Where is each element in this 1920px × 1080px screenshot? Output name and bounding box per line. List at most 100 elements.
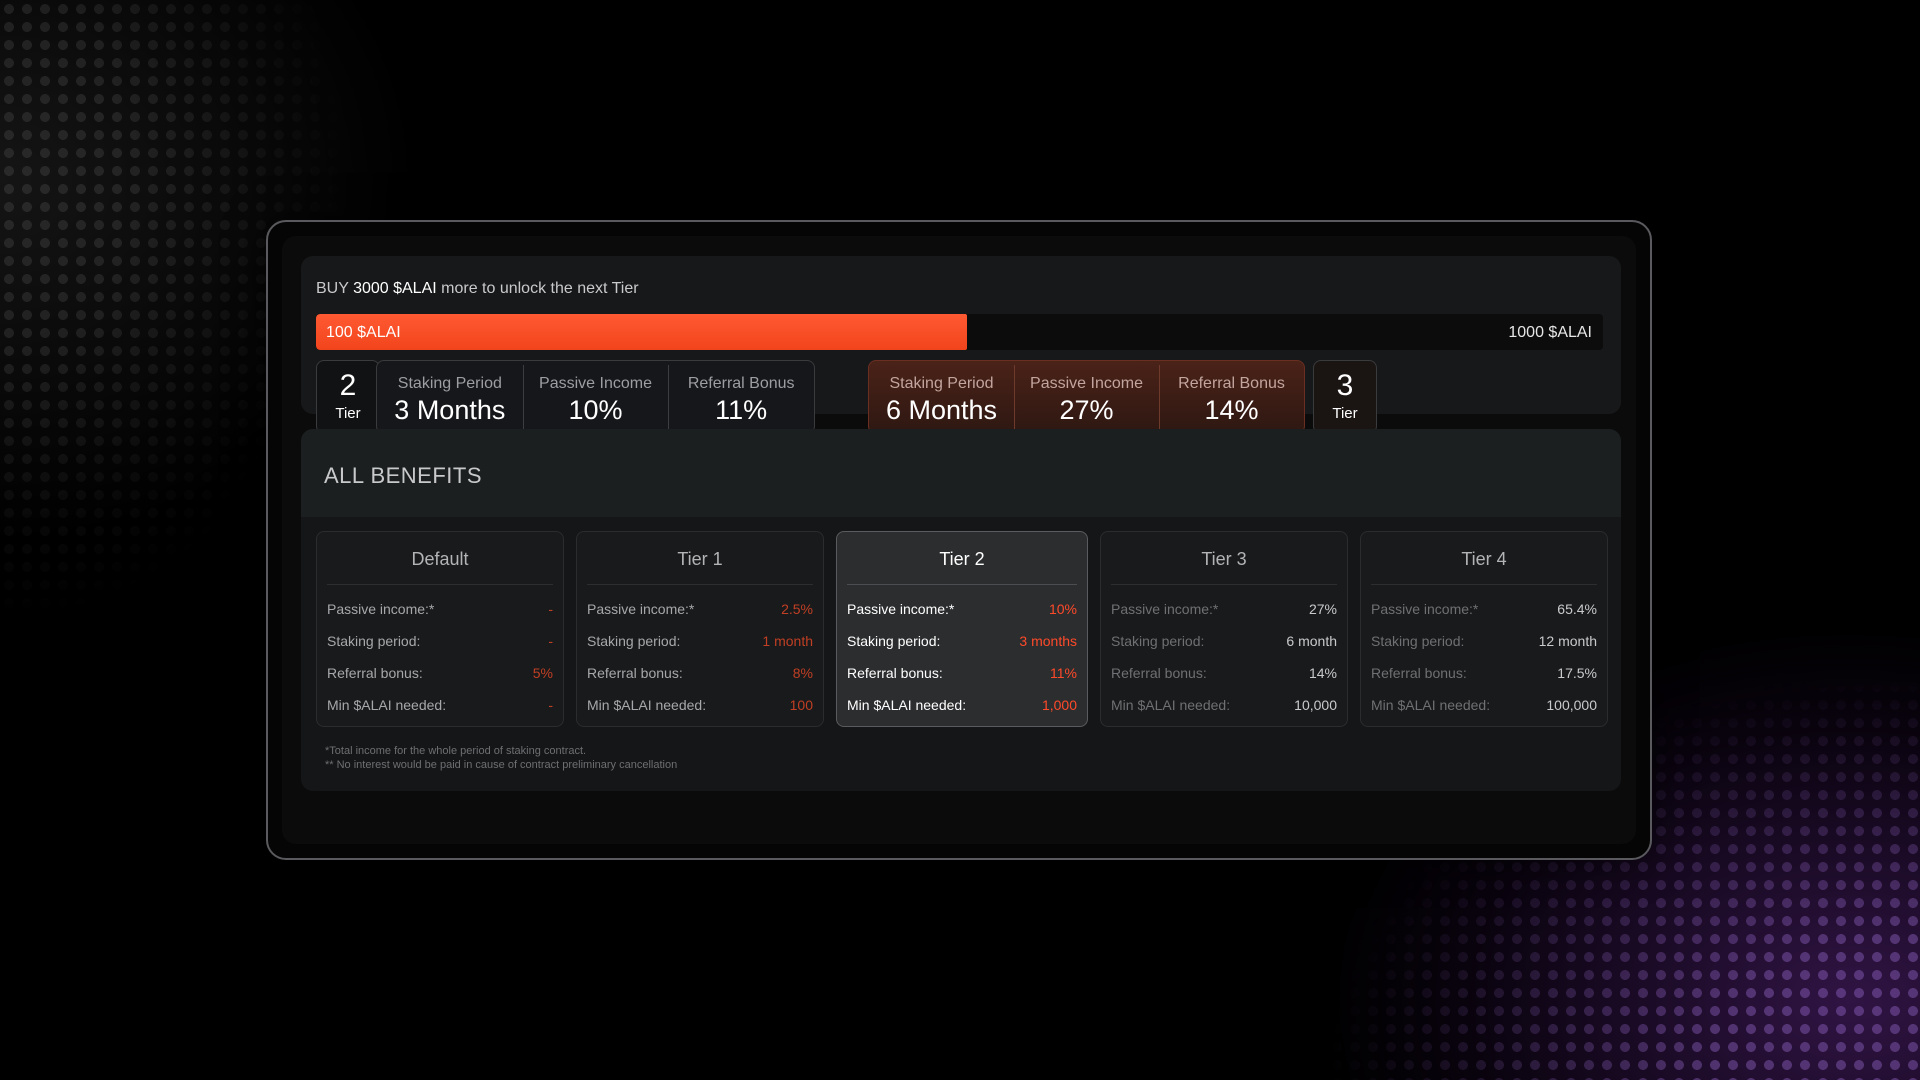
next-referral-bonus: Referral Bonus 14% xyxy=(1159,361,1304,433)
stat-label: Passive Income xyxy=(1030,375,1143,392)
footnote-cancellation: ** No interest would be paid in cause of… xyxy=(325,759,678,771)
next-staking-period: Staking Period 6 Months xyxy=(869,361,1014,433)
row-value: 1,000 xyxy=(1041,697,1077,713)
row-label: Passive income:* xyxy=(327,601,435,617)
tier-card-title: Tier 3 xyxy=(1111,532,1337,585)
next-passive-income: Passive Income 27% xyxy=(1014,361,1159,433)
row-value: - xyxy=(548,601,553,617)
row-value: 12 month xyxy=(1538,633,1597,649)
row-label: Referral bonus: xyxy=(1371,665,1467,681)
row-label: Referral bonus: xyxy=(587,665,683,681)
row-label: Staking period: xyxy=(587,633,681,649)
row-label: Referral bonus: xyxy=(327,665,423,681)
passive-income-row: Passive income:* - xyxy=(327,593,553,625)
row-label: Passive income:* xyxy=(587,601,695,617)
min-alai-row: Min $ALAI needed: 1,000 xyxy=(847,689,1077,721)
tier-progress-bar: 100 $ALAI 1000 $ALAI xyxy=(316,314,1603,350)
device-frame: BUY 3000 $ALAI more to unlock the next T… xyxy=(266,220,1652,860)
row-value: 8% xyxy=(792,665,813,681)
next-tier-number: 3 xyxy=(1336,369,1354,402)
row-value: 100 xyxy=(789,697,813,713)
benefits-title: ALL BENEFITS xyxy=(324,463,483,488)
passive-income-row: Passive income:* 65.4% xyxy=(1371,593,1597,625)
stat-value: 10% xyxy=(568,395,623,425)
stat-value: 27% xyxy=(1059,395,1114,425)
min-alai-row: Min $ALAI needed: 100 xyxy=(587,689,813,721)
row-value: 100,000 xyxy=(1546,697,1597,713)
min-alai-row: Min $ALAI needed: 100,000 xyxy=(1371,689,1597,721)
row-label: Staking period: xyxy=(847,633,941,649)
current-referral-bonus: Referral Bonus 11% xyxy=(668,361,814,433)
progress-start-label: 100 $ALAI xyxy=(326,324,401,341)
next-tier-badge: 3 Tier xyxy=(1313,360,1377,434)
row-label: Staking period: xyxy=(327,633,421,649)
row-label: Referral bonus: xyxy=(847,665,943,681)
buy-prefix: BUY xyxy=(316,280,349,297)
row-label: Min $ALAI needed: xyxy=(1371,697,1491,713)
min-alai-row: Min $ALAI needed: 10,000 xyxy=(1111,689,1337,721)
stat-value: 14% xyxy=(1204,395,1259,425)
next-tier-label: Tier xyxy=(1332,405,1358,422)
current-tier-label: Tier xyxy=(335,405,361,422)
current-tier-number: 2 xyxy=(339,369,357,402)
row-value: 11% xyxy=(1050,665,1077,681)
tier-card-default[interactable]: Default Passive income:* - Staking period… xyxy=(316,531,564,727)
current-tier-badge: 2 Tier xyxy=(316,360,380,434)
referral-bonus-row: Referral bonus: 8% xyxy=(587,657,813,689)
next-tier-stats: Staking Period 6 Months Passive Income 2… xyxy=(868,360,1305,434)
row-label: Passive income:* xyxy=(1371,601,1479,617)
row-label: Staking period: xyxy=(1371,633,1465,649)
stat-value: 3 Months xyxy=(394,395,506,425)
passive-income-row: Passive income:* 27% xyxy=(1111,593,1337,625)
row-value: 1 month xyxy=(762,633,813,649)
tier-progress-fill xyxy=(316,314,968,350)
benefits-header: ALL BENEFITS xyxy=(301,429,1621,517)
tier-progress-card: BUY 3000 $ALAI more to unlock the next T… xyxy=(301,256,1621,434)
row-label: Passive income:* xyxy=(847,601,955,617)
tier-card-tier-4[interactable]: Tier 4 Passive income:* 65.4% Staking per… xyxy=(1360,531,1608,727)
row-label: Staking period: xyxy=(1111,633,1205,649)
tier-card-tier-3[interactable]: Tier 3 Passive income:* 27% Staking perio… xyxy=(1100,531,1348,727)
stat-label: Referral Bonus xyxy=(1178,375,1285,392)
buy-suffix: more to unlock the next Tier xyxy=(441,280,639,297)
min-alai-row: Min $ALAI needed: - xyxy=(327,689,553,721)
page-background: BUY 3000 $ALAI more to unlock the next T… xyxy=(0,0,1920,1080)
footnotes: *Total income for the whole period of st… xyxy=(325,744,677,772)
row-value: 6 month xyxy=(1286,633,1337,649)
tier-card-title: Tier 4 xyxy=(1371,532,1597,585)
referral-bonus-row: Referral bonus: 5% xyxy=(327,657,553,689)
tier-card-title: Default xyxy=(327,532,553,585)
row-value: 27% xyxy=(1308,601,1337,617)
row-value: - xyxy=(548,633,553,649)
row-value: 2.5% xyxy=(781,601,813,617)
tier-card-title: Tier 2 xyxy=(847,532,1077,585)
row-label: Min $ALAI needed: xyxy=(327,697,447,713)
unlock-message: BUY 3000 $ALAI more to unlock the next T… xyxy=(316,280,639,298)
current-staking-period: Staking Period 3 Months xyxy=(377,361,523,433)
row-value: 14% xyxy=(1308,665,1337,681)
row-value: 10% xyxy=(1048,601,1077,617)
row-label: Min $ALAI needed: xyxy=(847,697,967,713)
buy-amount: 3000 $ALAI xyxy=(353,280,437,297)
tier-card-title: Tier 1 xyxy=(587,532,813,585)
row-value: 10,000 xyxy=(1294,697,1337,713)
passive-income-row: Passive income:* 10% xyxy=(847,593,1077,625)
tier-comparison: Default Passive income:* - Staking period… xyxy=(316,531,1608,727)
row-value: 17.5% xyxy=(1557,665,1597,681)
stat-label: Staking Period xyxy=(889,375,994,392)
tier-panel: BUY 3000 $ALAI more to unlock the next T… xyxy=(282,236,1636,844)
staking-period-row: Staking period: 3 months xyxy=(847,625,1077,657)
row-value: 65.4% xyxy=(1557,601,1597,617)
tier-card-tier-2[interactable]: Tier 2 Passive income:* 10% Staking perio… xyxy=(836,531,1088,727)
current-tier-stats: Staking Period 3 Months Passive Income 1… xyxy=(376,360,815,434)
footnote-total-income: *Total income for the whole period of st… xyxy=(325,745,587,757)
row-label: Passive income:* xyxy=(1111,601,1219,617)
row-value: 3 months xyxy=(1019,633,1077,649)
tier-card-tier-1[interactable]: Tier 1 Passive income:* 2.5% Staking peri… xyxy=(576,531,824,727)
staking-period-row: Staking period: 12 month xyxy=(1371,625,1597,657)
row-label: Referral bonus: xyxy=(1111,665,1207,681)
referral-bonus-row: Referral bonus: 14% xyxy=(1111,657,1337,689)
staking-period-row: Staking period: 6 month xyxy=(1111,625,1337,657)
all-benefits-card: ALL BENEFITS Default Passive income:* - S… xyxy=(301,429,1621,791)
referral-bonus-row: Referral bonus: 11% xyxy=(847,657,1077,689)
